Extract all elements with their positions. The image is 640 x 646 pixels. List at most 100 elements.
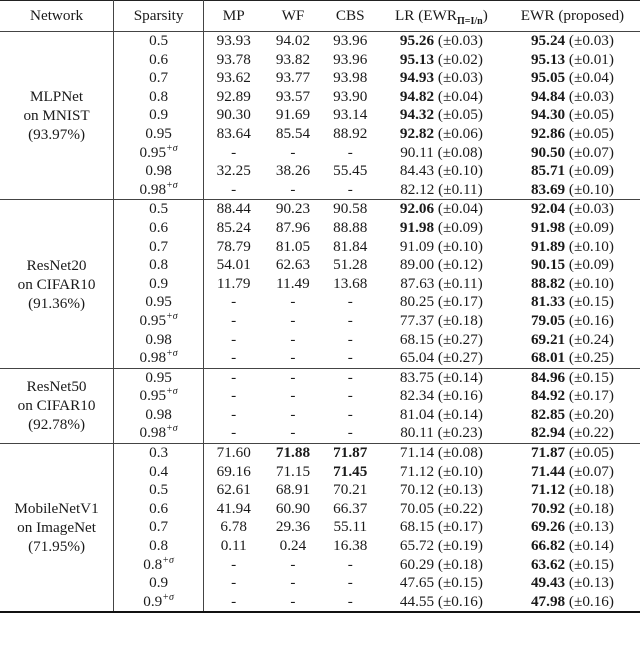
ewr-std: (±0.10): [568, 274, 614, 292]
lr-mean: 65.04: [399, 349, 435, 367]
network-label-line: on ImageNet: [17, 519, 96, 537]
cbs-cell: 93.14: [323, 106, 378, 125]
ewr-mean: 88.82: [530, 274, 566, 292]
ewr-std: (±0.24): [568, 330, 614, 348]
wf-cell: 71.15: [263, 463, 322, 482]
lr-cell: 92.06 (±0.04): [378, 200, 505, 219]
sparsity-value: 0.98: [139, 424, 167, 442]
cbs-value: -: [347, 293, 353, 311]
lr-mean: 70.05: [399, 499, 435, 517]
lr-std: (±0.16): [437, 592, 483, 610]
sparsity-value: 0.9: [149, 574, 169, 592]
sparsity-cell: 0.9+σ: [113, 592, 205, 613]
ewr-mean: 91.98: [530, 218, 566, 236]
ewr-std: (±0.03): [568, 200, 614, 218]
wf-value: 38.26: [275, 162, 311, 180]
mp-value: -: [231, 574, 237, 592]
lr-mean: 87.63: [400, 274, 435, 292]
cbs-value: 88.92: [333, 124, 368, 142]
mp-value: -: [231, 424, 237, 442]
sparsity-value: 0.95: [145, 293, 172, 311]
sparsity-value: 0.4: [149, 462, 169, 480]
ewr-std: (±0.01): [568, 50, 614, 68]
ewr-std: (±0.13): [568, 574, 614, 592]
mp-value: -: [231, 405, 237, 423]
lr-cell: 92.82 (±0.06): [378, 125, 505, 144]
lr-std: (±0.08): [437, 444, 483, 462]
ewr-mean: 83.69: [530, 180, 566, 198]
header-mp: MP: [222, 6, 245, 24]
mp-value: 69.16: [216, 462, 251, 480]
sparsity-cell: 0.8+σ: [113, 555, 205, 575]
mp-value: 93.93: [216, 32, 251, 49]
ewr-mean: 91.89: [530, 237, 566, 255]
cbs-value: -: [347, 574, 353, 592]
ewr-std: (±0.18): [568, 499, 614, 517]
sparsity-cell: 0.4: [113, 462, 205, 482]
sparsity-value: 0.98: [145, 162, 172, 180]
ewr-mean: 49.43: [530, 574, 566, 592]
mp-cell: 93.62: [204, 69, 264, 88]
ewr-cell: 71.44 (±0.07): [505, 463, 640, 482]
cbs-cell: -: [323, 181, 378, 200]
cbs-value: 81.84: [333, 237, 368, 255]
lr-std: (±0.02): [437, 50, 483, 68]
cbs-cell: 93.96: [323, 51, 378, 70]
sparsity-cell: 0.8: [113, 537, 205, 556]
ewr-std: (±0.14): [568, 537, 614, 555]
network-label-line: (92.78%): [28, 416, 86, 434]
mp-cell: 88.44: [204, 200, 264, 219]
lr-std: (±0.18): [437, 311, 483, 329]
ewr-cell: 95.24 (±0.03): [505, 32, 640, 51]
ewr-mean: 95.05: [530, 69, 566, 87]
sparsity-value: 0.95: [139, 311, 167, 329]
sparsity-value: 0.9: [149, 274, 169, 292]
ewr-cell: 70.92 (±0.18): [505, 500, 640, 519]
cbs-cell: 16.38: [323, 537, 378, 556]
mp-value: 85.24: [216, 218, 251, 236]
wf-cell: -: [263, 387, 322, 406]
sparsity-value: 0.9: [149, 106, 169, 124]
lr-cell: 95.26 (±0.03): [378, 32, 505, 51]
ewr-cell: 69.26 (±0.13): [505, 518, 640, 537]
mp-value: -: [231, 592, 237, 610]
ewr-std: (±0.20): [568, 405, 614, 423]
network-label-line: on MNIST: [23, 107, 90, 125]
wf-value: 93.57: [275, 87, 311, 105]
table-row: ResNet20 on CIFAR10 (91.36%) 0.5 88.44 90.23 9…: [0, 199, 640, 312]
wf-cell: -: [263, 312, 322, 331]
lr-std: (±0.03): [437, 69, 483, 87]
lr-std: (±0.11): [438, 274, 483, 292]
lr-cell: 90.11 (±0.08): [378, 144, 505, 163]
lr-std: (±0.23): [437, 424, 483, 442]
lr-std: (±0.22): [437, 499, 483, 517]
ewr-cell: 49.43 (±0.13): [505, 574, 640, 593]
wf-cell: -: [263, 368, 322, 387]
wf-value: 90.23: [275, 200, 311, 218]
mp-value: 54.01: [216, 256, 251, 274]
lr-mean: 94.82: [399, 87, 435, 105]
wf-value: -: [290, 405, 296, 423]
ewr-mean: 69.21: [530, 330, 566, 348]
lr-std: (±0.16): [437, 387, 483, 405]
ewr-cell: 79.05 (±0.16): [505, 312, 640, 331]
mp-value: -: [231, 143, 237, 161]
mp-cell: 11.79: [204, 275, 264, 294]
wf-value: -: [290, 311, 296, 329]
sparsity-value: 0.7: [149, 69, 169, 87]
lr-mean: 80.11: [400, 424, 434, 442]
mp-cell: -: [204, 593, 264, 613]
wf-cell: 81.05: [263, 238, 322, 257]
lr-cell: 82.34 (±0.16): [378, 387, 505, 406]
wf-cell: -: [263, 593, 322, 613]
ewr-cell: 90.50 (±0.07): [505, 144, 640, 163]
sparsity-value: 0.98: [145, 405, 172, 423]
lr-cell: 95.13 (±0.02): [378, 51, 505, 70]
lr-cell: 84.43 (±0.10): [378, 162, 505, 181]
sigma-superscript: +σ: [166, 179, 178, 191]
header-sparsity: Sparsity: [113, 0, 205, 32]
sparsity-value: 0.8: [149, 87, 169, 105]
ewr-cell: 82.94 (±0.22): [505, 424, 640, 443]
cbs-value: 55.45: [333, 162, 368, 180]
sparsity-value: 0.95: [139, 143, 167, 161]
